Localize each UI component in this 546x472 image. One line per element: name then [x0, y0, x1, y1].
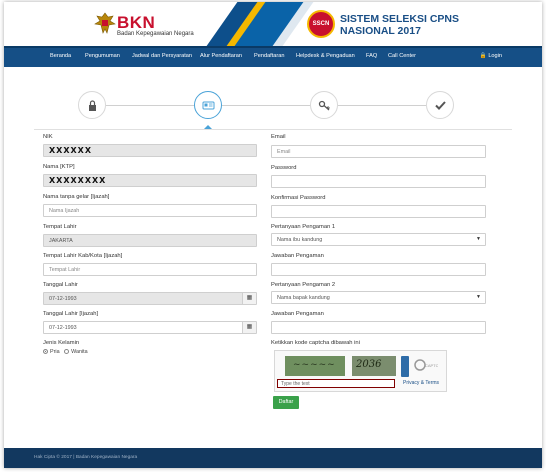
jawaban1-input[interactable]	[271, 263, 486, 276]
calendar-icon[interactable]: ▦	[242, 322, 256, 333]
konfirmasi-password-input[interactable]	[271, 205, 486, 218]
email-input[interactable]: Email	[271, 145, 486, 158]
jawaban2-label: Jawaban Pengaman	[271, 311, 324, 317]
password-label: Password	[271, 165, 297, 171]
nama-ijazah-input[interactable]: Nama Ijazah	[43, 204, 257, 217]
step-connector	[106, 105, 194, 106]
footer-copyright: Hak Cipta © 2017 | Badan Kepegawaian Neg…	[34, 455, 138, 460]
nama-ktp-value: XXXXXXXX	[49, 176, 107, 185]
jawaban2-input[interactable]	[271, 321, 486, 334]
site-title: SISTEM SELEKSI CPNS NASIONAL 2017	[340, 13, 459, 37]
tempat-lahir-ijazah-label: Tempat Lahir Kab/Kota [Ijazah]	[43, 253, 123, 259]
tempat-lahir-field: JAKARTA	[43, 234, 257, 247]
pertanyaan2-label: Pertanyaan Pengaman 2	[271, 282, 336, 288]
captcha-label: Ketikkan kode captcha dibawah ini	[271, 340, 360, 346]
konfirmasi-password-label: Konfirmasi Password	[271, 195, 326, 201]
radio-wanita-label: Wanita	[71, 349, 88, 355]
nav-item-pendaftaran[interactable]: Pendaftaran	[254, 53, 284, 59]
lock-icon: 🔒	[479, 53, 487, 59]
tanggal-lahir-ijazah-value: 07-12-1993	[49, 325, 77, 331]
garuda-logo-icon	[94, 12, 116, 34]
dropdown-arrow-icon: ▼	[476, 294, 481, 300]
captcha-input[interactable]: Type the text	[277, 379, 395, 388]
nama-ktp-field: XXXXXXXX	[43, 174, 257, 187]
step-personal-data	[194, 91, 222, 119]
header: BKN Badan Kepegawaian Negara SSCN SISTEM…	[4, 2, 542, 46]
page-frame: BKN Badan Kepegawaian Negara SSCN SISTEM…	[4, 2, 542, 468]
login-link[interactable]: 🔒 Login	[480, 53, 502, 59]
footer: Hak Cipta © 2017 | Badan Kepegawaian Neg…	[4, 448, 542, 468]
captcha-image: ~~~~~	[285, 356, 345, 376]
daftar-button[interactable]: Daftar	[273, 396, 299, 409]
captcha-image: 2036	[352, 356, 396, 376]
pertanyaan1-select[interactable]: Nama ibu kandung ▼	[271, 233, 486, 246]
nama-ijazah-placeholder: Nama Ijazah	[49, 208, 80, 214]
captcha-refresh-audio-icon[interactable]	[401, 356, 409, 377]
step-complete	[426, 91, 454, 119]
nama-ktp-label: Nama [KTP]	[43, 164, 75, 170]
id-card-icon	[202, 101, 215, 110]
tempat-lahir-ijazah-placeholder: Tempat Lahir	[49, 267, 81, 273]
captcha-placeholder: Type the text	[281, 381, 310, 387]
check-icon	[435, 101, 446, 110]
nama-ijazah-label: Nama tanpa gelar [Ijazah]	[43, 194, 110, 200]
nav-item-faq[interactable]: FAQ	[366, 53, 377, 59]
nav-item-call-center[interactable]: Call Center	[388, 53, 416, 59]
pertanyaan2-value: Nama bapak kandung	[277, 295, 330, 301]
step-key	[310, 91, 338, 119]
password-input[interactable]	[271, 175, 486, 188]
nik-value: XXXXXX	[49, 146, 93, 155]
sscn-badge-text: SSCN	[312, 21, 330, 27]
step-connector	[338, 105, 426, 106]
tanggal-lahir-ijazah-label: Tanggal Lahir [Ijazah]	[43, 311, 99, 317]
jenis-kelamin-label: Jenis Kelamin	[43, 340, 80, 346]
sscn-logo-icon: SSCN	[307, 10, 335, 38]
calendar-icon: ▦	[242, 293, 256, 304]
bkn-logo-text: BKN	[117, 13, 156, 32]
registration-stepper	[4, 72, 542, 132]
tanggal-lahir-label: Tanggal Lahir	[43, 282, 78, 288]
bkn-subtitle: Badan Kepegawaian Negara	[117, 31, 194, 37]
tempat-lahir-label: Tempat Lahir	[43, 224, 77, 230]
login-label: Login	[488, 53, 502, 59]
nav-item-alur[interactable]: Alur Pendaftaran	[200, 53, 242, 59]
privacy-terms-link[interactable]: Privacy & Terms	[403, 380, 439, 386]
radio-pria-label: Pria	[50, 349, 60, 355]
tanggal-lahir-field: 07-12-1993 ▦	[43, 292, 257, 305]
svg-text:CAPTCHA: CAPTCHA	[425, 363, 438, 368]
email-label: Email	[271, 134, 286, 140]
captcha-widget: ~~~~~ 2036 CAPTCHA Type the text Privacy…	[274, 350, 447, 392]
nav-item-pengumuman[interactable]: Pengumuman	[85, 53, 120, 59]
tanggal-lahir-ijazah-input[interactable]: 07-12-1993 ▦	[43, 321, 257, 334]
radio-wanita[interactable]	[64, 349, 70, 355]
nik-field: XXXXXX	[43, 144, 257, 157]
pertanyaan2-select[interactable]: Nama bapak kandung ▼	[271, 291, 486, 304]
tempat-lahir-ijazah-input[interactable]: Tempat Lahir	[43, 263, 257, 276]
nik-label: NIK	[43, 134, 53, 140]
main-nav: Beranda Pengumuman Jadwal dan Persyarata…	[4, 46, 542, 67]
pertanyaan1-value: Nama ibu kandung	[277, 237, 323, 243]
site-title-line2: NASIONAL 2017	[340, 25, 421, 37]
dropdown-arrow-icon: ▼	[476, 236, 481, 242]
step-connector	[222, 105, 310, 106]
pertanyaan1-label: Pertanyaan Pengaman 1	[271, 224, 336, 230]
radio-pria[interactable]	[43, 349, 48, 355]
nav-item-beranda[interactable]: Beranda	[50, 53, 71, 59]
gender-radio-group: Pria Wanita	[43, 349, 88, 355]
recaptcha-logo-icon: CAPTCHA	[413, 358, 444, 372]
lock-icon	[89, 100, 96, 111]
nav-item-jadwal[interactable]: Jadwal dan Persyaratan	[132, 53, 192, 59]
key-icon	[318, 100, 330, 111]
tanggal-lahir-value: 07-12-1993	[49, 296, 77, 302]
email-placeholder: Email	[277, 149, 291, 155]
step-account-security	[78, 91, 106, 119]
tempat-lahir-value: JAKARTA	[49, 238, 73, 244]
stepper-divider	[34, 129, 512, 130]
site-title-line1: SISTEM SELEKSI CPNS	[340, 13, 460, 25]
jawaban1-label: Jawaban Pengaman	[271, 253, 324, 259]
nav-item-helpdesk[interactable]: Helpdesk & Pengaduan	[296, 53, 355, 59]
